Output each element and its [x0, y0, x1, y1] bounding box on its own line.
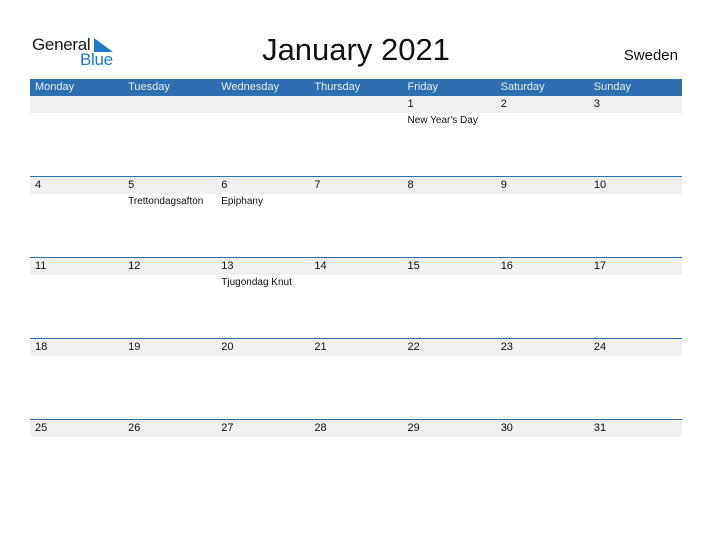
day-cell: 26 [123, 420, 216, 501]
day-number: 5 [128, 179, 135, 191]
day-number: 11 [35, 260, 47, 272]
day-number: 12 [128, 260, 141, 272]
day-cell [216, 96, 309, 177]
day-cell: 30 [496, 420, 589, 501]
day-number: 19 [128, 341, 141, 353]
day-cell: 20 [216, 339, 309, 420]
day-number: 30 [500, 422, 513, 434]
day-cell: 7 [309, 177, 402, 258]
weekday-wednesday: Wednesday [221, 81, 280, 93]
day-number: 27 [221, 422, 234, 434]
day-number: 13 [221, 260, 234, 272]
day-cell: 3 [589, 96, 682, 177]
day-cell: 14 [309, 258, 402, 339]
weekday-monday: Monday [35, 81, 75, 93]
day-number: 24 [593, 341, 607, 353]
day-number: 22 [407, 341, 420, 353]
day-number: 8 [407, 179, 414, 191]
day-number: 4 [35, 179, 42, 191]
country-label: Sweden [623, 47, 678, 64]
day-number: 6 [221, 179, 228, 191]
weekday-header: Monday Tuesday Wednesday Thursday Friday… [30, 79, 682, 96]
calendar-title: January 2021 [262, 32, 450, 67]
holiday-label: Epiphany [221, 196, 263, 207]
day-number: 18 [35, 341, 48, 353]
day-number: 25 [35, 422, 48, 434]
day-number: 29 [407, 422, 420, 434]
day-number: 2 [500, 98, 507, 110]
week-row: 1 New Year's Day 2 3 [30, 96, 682, 177]
day-number: 23 [500, 341, 513, 353]
day-number: 10 [593, 179, 607, 191]
day-cell: 6 Epiphany [216, 177, 309, 258]
day-cell: 23 [496, 339, 589, 420]
day-cell: 5 Trettondagsafton [123, 177, 216, 258]
day-number: 3 [593, 98, 600, 110]
weekday-tuesday: Tuesday [128, 81, 170, 93]
day-cell: 4 [30, 177, 123, 258]
holiday-label: Trettondagsafton [128, 196, 204, 207]
day-number: 7 [314, 179, 321, 191]
day-cell: 31 [589, 420, 682, 501]
day-cell [309, 96, 402, 177]
week-row: 18 19 20 21 22 23 24 [30, 338, 682, 420]
day-cell: 21 [309, 339, 402, 420]
day-number: 1 [407, 98, 414, 110]
day-number: 31 [593, 422, 607, 434]
day-cell: 22 [403, 339, 496, 420]
day-cell: 24 [589, 339, 682, 420]
day-cell: 15 [403, 258, 496, 339]
weekday-thursday: Thursday [314, 81, 361, 93]
day-cell: 13 Tjugondag Knut [216, 258, 309, 339]
day-cell: 11 [30, 258, 123, 339]
week-row: 25 26 27 28 29 30 31 [30, 419, 682, 501]
day-cell: 9 [496, 177, 589, 258]
day-cell [123, 96, 216, 177]
day-cell: 16 [496, 258, 589, 339]
day-number: 14 [314, 260, 327, 272]
week-row: 4 5 Trettondagsafton 6 Epiphany 7 8 9 10 [30, 176, 682, 258]
day-number: 28 [314, 422, 327, 434]
day-number: 16 [500, 260, 513, 272]
day-cell: 2 [496, 96, 589, 177]
day-number: 26 [128, 422, 141, 434]
day-number: 15 [407, 260, 420, 272]
day-cell: 25 [30, 420, 123, 501]
weekday-friday: Friday [407, 81, 439, 93]
day-cell: 19 [123, 339, 216, 420]
weekday-saturday: Saturday [500, 81, 545, 93]
day-cell: 1 New Year's Day [403, 96, 496, 177]
day-cell [30, 96, 123, 177]
day-cell: 28 [309, 420, 402, 501]
day-cell: 17 [589, 258, 682, 339]
day-cell: 18 [30, 339, 123, 420]
day-cell: 29 [403, 420, 496, 501]
day-cell: 10 [589, 177, 682, 258]
day-cell: 12 [123, 258, 216, 339]
day-cell: 27 [216, 420, 309, 501]
day-number: 21 [314, 341, 327, 353]
day-number: 9 [500, 179, 507, 191]
day-cell: 8 [403, 177, 496, 258]
day-number: 17 [593, 260, 607, 272]
week-row: 11 12 13 Tjugondag Knut 14 15 16 17 [30, 257, 682, 339]
holiday-label: New Year's Day [407, 115, 478, 126]
holiday-label: Tjugondag Knut [221, 277, 292, 288]
day-number: 20 [221, 341, 234, 353]
weekday-sunday: Sunday [593, 81, 632, 93]
